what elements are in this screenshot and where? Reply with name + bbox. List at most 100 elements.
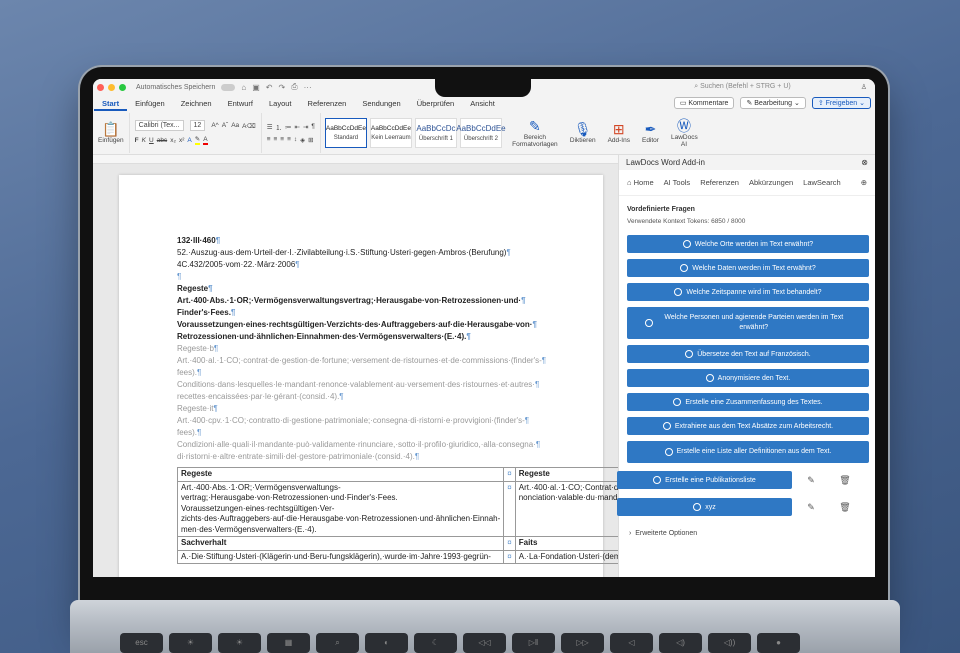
more-icon[interactable]: ··· [304,83,312,92]
text-effects-icon[interactable]: A [187,137,191,144]
change-case-icon[interactable]: Aa [231,122,239,129]
style-heading-2[interactable]: AaBbCcDdEe Überschrift 2 [456,117,506,148]
tab-zeichnen[interactable]: Zeichnen [173,99,220,111]
custom-question-button[interactable]: Erstelle eine Publikationsliste [617,471,792,489]
zoom-window-button[interactable] [119,83,126,91]
edit-icon[interactable]: ✎ [804,502,818,513]
custom-question-button[interactable]: xyz [617,498,792,516]
minimize-window-button[interactable] [108,83,115,91]
question-button[interactable]: Erstelle eine Zusammenfassung des Textes… [627,393,869,411]
align-right-icon[interactable]: ≡ [280,136,284,143]
home-icon[interactable]: ⌂ [241,83,246,92]
globe-icon[interactable]: ⊕ [861,178,867,187]
edit-icon[interactable]: ✎ [804,475,818,486]
align-left-icon[interactable]: ≡ [267,136,271,143]
pilcrow-icon[interactable]: ¶ [311,123,315,130]
font-color-icon[interactable]: A [203,136,208,145]
question-button[interactable]: Welche Zeitspanne wird im Text behandelt… [627,283,869,301]
nav-referenzen[interactable]: Referenzen [700,178,739,187]
increase-indent-icon[interactable]: ⇥ [303,123,308,131]
comments-button[interactable]: ▭ Kommentare [673,97,735,109]
justify-icon[interactable]: ≡ [287,136,291,143]
document-line-text: Regeste·it [177,404,214,413]
tab-sendungen[interactable]: Sendungen [354,99,408,111]
style-sample: AaBbCcDc [416,123,456,133]
styles-pane-button[interactable]: ✎ Bereich Formatvorlagen [506,113,564,153]
tab-ueberpruefen[interactable]: Überprüfen [409,99,463,111]
close-icon[interactable]: ⊗ [861,158,868,167]
question-button[interactable]: Anonymisiere den Text. [627,369,869,387]
numbering-icon[interactable]: ⒈ [276,122,283,132]
question-button[interactable]: Erstelle eine Liste aller Definitionen a… [627,441,869,463]
ruler [93,155,618,164]
document-page[interactable]: 132·III·460¶ 52.·Auszug·aus·dem·Urteil·de… [119,175,875,577]
question-button[interactable]: Welche Daten werden im Text erwähnt? [627,259,869,277]
close-window-button[interactable] [97,83,104,91]
question-button[interactable]: Extrahiere aus dem Text Absätze zum Arbe… [627,417,869,435]
bullets-icon[interactable]: ☰ [267,123,273,131]
redo-icon[interactable]: ↷ [279,83,286,92]
font-size-select[interactable]: 12 [189,120,206,131]
tab-einfuegen[interactable]: Einfügen [127,99,173,111]
tab-layout[interactable]: Layout [261,99,300,111]
trash-icon[interactable]: 🗑 [838,502,852,513]
lawdocs-button[interactable]: Ⓦ LawDocs AI [665,113,703,153]
table-gap: ¤ [503,549,516,564]
share-button[interactable]: ⇪ Freigeben ⌄ [811,97,871,109]
tab-entwurf[interactable]: Entwurf [220,99,261,111]
tab-start[interactable]: Start [94,99,128,111]
multilevel-icon[interactable]: ≔ [285,123,292,131]
paste-button[interactable]: 📋 Einfügen [93,112,130,153]
nav-lawsearch[interactable]: LawSearch [803,178,841,187]
document-area: 132·III·460¶ 52.·Auszug·aus·dem·Urteil·de… [93,155,875,577]
font-name-select[interactable]: Calibri (Tex... [134,120,184,131]
line-spacing-icon[interactable]: ↕ [294,136,297,143]
pane-nav: ⌂ Home AI Tools Referenzen Abkürzungen L… [619,170,875,196]
nav-ai-tools[interactable]: AI Tools [664,178,691,187]
underline-icon[interactable]: U [149,137,154,144]
question-button[interactable]: Übersetze den Text auf Französisch. [627,345,869,363]
clear-format-icon[interactable]: A⌫ [242,122,256,130]
align-center-icon[interactable]: ≡ [273,136,277,143]
nav-home[interactable]: ⌂ Home [627,178,654,187]
shading-icon[interactable]: ◈ [300,136,305,144]
save-icon[interactable]: ▣ [252,83,260,92]
question-label: Extrahiere aus dem Text Absätze zum Arbe… [674,422,834,430]
editor-button[interactable]: ✒ Editor [636,113,665,153]
share-label: Freigeben [825,100,858,107]
highlight-icon[interactable]: ✎ [194,135,201,145]
document-line-text: Finder's·Fees. [177,308,231,317]
undo-icon[interactable]: ↶ [266,83,273,92]
style-standard[interactable]: AaBbCcDdEe Standard [324,117,367,148]
style-no-spacing[interactable]: AaBbCcDdEe Kein Leerraum [369,117,412,148]
style-heading-1[interactable]: AaBbCcDc Überschrift 1 [414,117,457,148]
table-gap: ¤ [503,480,516,537]
addins-button[interactable]: ⊞ Add-Ins [602,113,636,153]
autosave-toggle[interactable] [221,83,236,91]
trash-icon[interactable]: 🗑 [838,475,852,486]
bold-icon[interactable]: F [135,137,139,144]
tab-ansicht[interactable]: Ansicht [462,99,503,111]
advanced-options[interactable]: › Erweiterte Optionen [619,516,875,551]
italic-icon[interactable]: K [142,137,146,144]
nav-abkuerzungen[interactable]: Abkürzungen [749,178,793,187]
search-box[interactable]: ⌕ Suchen (Befehl + STRG + U) [694,83,791,91]
borders-icon[interactable]: ⊞ [308,136,313,144]
question-label: Erstelle eine Zusammenfassung des Textes… [685,398,823,406]
strikethrough-icon[interactable]: abc [157,137,167,144]
dictate-button[interactable]: 🎙 Diktieren [564,113,602,153]
openai-icon [645,319,653,327]
superscript-icon[interactable]: x² [179,137,184,144]
question-button[interactable]: Welche Orte werden im Text erwähnt? [627,235,869,253]
custom-question-label: xyz [705,503,716,511]
editing-button[interactable]: ✎ Bearbeitung ⌄ [740,97,806,109]
subscript-icon[interactable]: x₂ [170,137,176,144]
keyboard-row: esc ☀ ☀ ▦ ⌕ ◐ ☾ ◁◁ ▷‖ ▷▷ ◁ ◁) ◁)) ● [120,633,800,653]
shrink-font-icon[interactable]: Aˇ [222,122,229,129]
print-icon[interactable]: ⎙ [291,82,297,92]
grow-font-icon[interactable]: A^ [211,122,218,129]
question-button[interactable]: Welche Personen und agierende Parteien w… [627,307,869,339]
tab-referenzen[interactable]: Referenzen [300,99,355,111]
decrease-indent-icon[interactable]: ⇤ [295,123,300,131]
user-icon[interactable]: ♙ [861,83,867,91]
